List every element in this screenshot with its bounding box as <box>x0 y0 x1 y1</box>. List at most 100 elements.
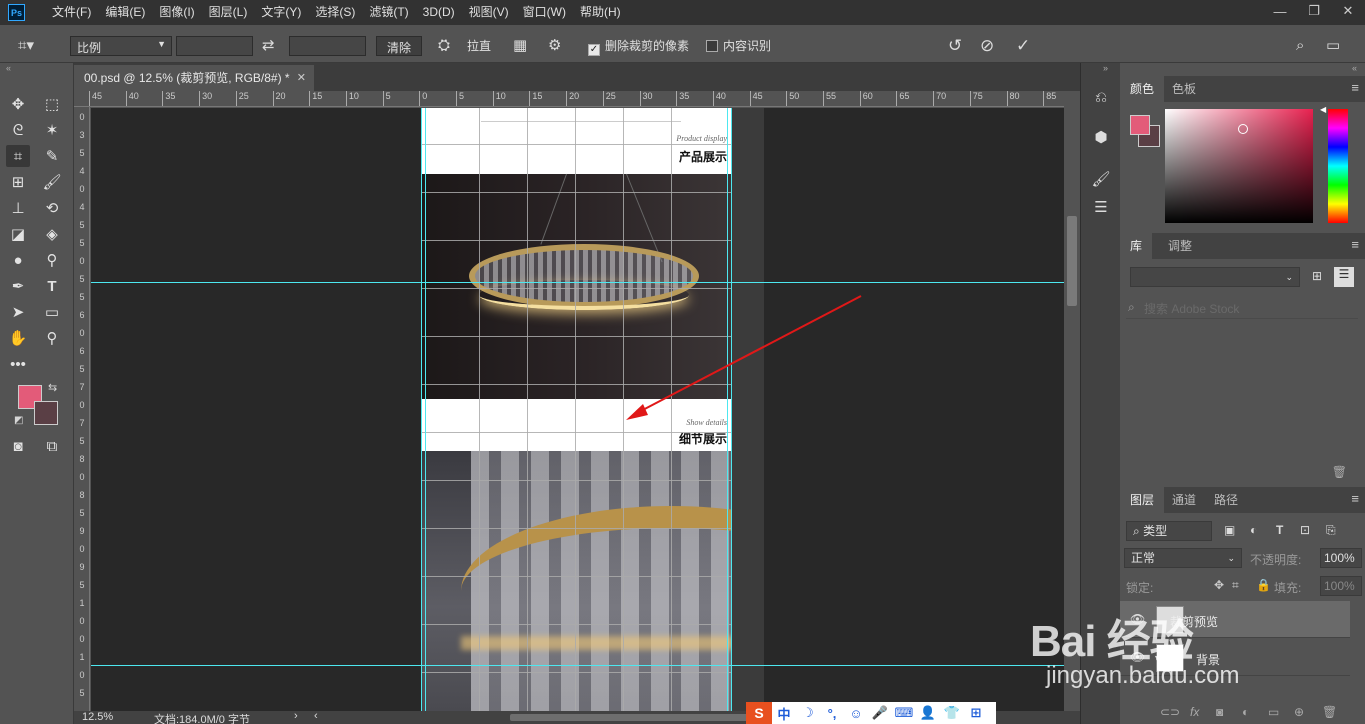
delete-layer-icon[interactable]: 🗑 <box>1322 705 1337 719</box>
history-panel-icon[interactable]: ⎌ <box>1089 85 1113 109</box>
tab-adjustments[interactable]: 调整 <box>1158 233 1202 259</box>
menu-filter[interactable]: 滤镜(T) <box>362 0 415 25</box>
zoom-tool-icon[interactable]: ⚲ <box>40 327 64 349</box>
3d-panel-icon[interactable]: ⬢ <box>1089 125 1113 149</box>
pen-tool-icon[interactable]: ✒ <box>6 275 30 297</box>
tab-channels[interactable]: 通道 <box>1162 487 1206 513</box>
ime-chinese-mode[interactable]: 中 <box>772 704 796 723</box>
eraser-tool-icon[interactable]: ◪ <box>6 223 30 245</box>
panel-menu-icon[interactable]: ≡ <box>1351 491 1359 506</box>
close-button[interactable]: ✕ <box>1331 0 1365 22</box>
ime-keyboard-icon[interactable]: ⌨ <box>892 705 916 721</box>
trash-icon[interactable]: 🗑 <box>1332 465 1347 479</box>
move-tool-icon[interactable]: ✥ <box>6 93 30 115</box>
panel-menu-icon[interactable]: ≡ <box>1351 237 1359 252</box>
brush-tool-icon[interactable]: 🖌 <box>40 171 64 193</box>
horizontal-ruler[interactable]: 45 40 35 30 25 20 15 10 5 0 5 10 15 20 25 30 35 40 45 50 55 6… <box>74 91 1064 107</box>
delete-cropped-checkbox[interactable]: ✓ 删除裁剪的像素 <box>588 36 689 56</box>
commit-check-icon[interactable]: ✓ <box>1016 36 1030 56</box>
restore-button[interactable]: ❐ <box>1297 0 1331 22</box>
reset-icon[interactable]: ↺ <box>948 36 962 56</box>
zoom-level[interactable]: 12.5% <box>82 711 113 723</box>
hand-tool-icon[interactable]: ✋ <box>6 327 30 349</box>
clear-button[interactable]: 清除 <box>376 36 423 56</box>
panel-foreground-swatch[interactable] <box>1130 115 1150 135</box>
swap-icon[interactable]: ⇄ <box>262 36 275 56</box>
screen-mode-icon[interactable]: ⧉ <box>40 435 64 457</box>
swap-colors-icon[interactable]: ⇆ <box>48 381 57 394</box>
tab-color[interactable]: 颜色 <box>1120 76 1165 102</box>
tab-layers[interactable]: 图层 <box>1120 487 1165 513</box>
workspace-icon[interactable]: ▭ <box>1326 36 1340 56</box>
ratio-select[interactable]: 比例 ▼ <box>70 36 172 56</box>
quick-mask-icon[interactable]: ◙ <box>6 435 30 457</box>
chevron-left-icon[interactable]: ‹ <box>314 710 318 722</box>
dodge-tool-icon[interactable]: ⚲ <box>40 249 64 271</box>
lasso-tool-icon[interactable]: ᘓ <box>6 119 30 141</box>
menu-3d[interactable]: 3D(D) <box>416 0 462 25</box>
adjustment-layer-icon[interactable]: ◐ <box>1242 705 1249 719</box>
marquee-tool-icon[interactable]: ⬚ <box>40 93 64 115</box>
straighten-label[interactable]: 拉直 <box>467 36 491 56</box>
crop-tool-icon[interactable]: ⌗ <box>6 145 30 167</box>
stamp-tool-icon[interactable]: ⊥ <box>6 197 30 219</box>
height-input[interactable] <box>289 36 366 56</box>
new-layer-icon[interactable]: ⊕ <box>1294 705 1304 719</box>
width-input[interactable] <box>176 36 253 56</box>
horizontal-scrollbar-thumb[interactable] <box>510 714 750 721</box>
layer-style-icon[interactable]: fx <box>1190 705 1199 719</box>
link-layers-icon[interactable]: ⊂⊃ <box>1160 705 1180 719</box>
ime-toolbox-icon[interactable]: ⊞ <box>964 705 988 721</box>
hue-slider[interactable] <box>1328 109 1348 223</box>
ime-mic-icon[interactable]: 🎤 <box>868 705 892 721</box>
ime-emoji-icon[interactable]: ☺ <box>844 706 868 721</box>
vertical-ruler[interactable]: 0 3 5 4 0 4 5 5 0 5 5 6 0 6 5 7 0 7 5 8 0 8 5 9 0 9 5 1 0 0 1 0 5 <box>74 107 90 711</box>
more-tools-icon[interactable]: ••• <box>6 353 30 375</box>
brushes-panel-icon[interactable]: 🖌 <box>1089 167 1113 191</box>
chevron-right-icon[interactable]: › <box>294 710 298 722</box>
cancel-icon[interactable]: ⊘ <box>980 36 994 56</box>
opacity-input[interactable]: 100% <box>1320 548 1362 568</box>
tab-swatches[interactable]: 色板 <box>1162 76 1206 102</box>
list-view-icon[interactable]: ☰ <box>1334 267 1354 287</box>
rectangle-tool-icon[interactable]: ▭ <box>40 301 64 323</box>
layer-filter-select[interactable]: ⌕ 类型 <box>1126 521 1212 541</box>
blur-tool-icon[interactable]: ● <box>6 249 30 271</box>
group-folder-icon[interactable]: ▭ <box>1268 705 1279 719</box>
library-select[interactable]: ⌄ <box>1130 267 1300 287</box>
blend-mode-select[interactable]: 正常 ⌄ <box>1124 548 1242 568</box>
search-icon[interactable]: ⌕ <box>1296 36 1304 56</box>
menu-select[interactable]: 选择(S) <box>308 0 362 25</box>
gear-icon[interactable]: ⚙ <box>548 36 561 56</box>
menu-type[interactable]: 文字(Y) <box>254 0 308 25</box>
ime-user-icon[interactable]: 👤 <box>916 705 940 721</box>
filter-adjustment-icon[interactable]: ◐ <box>1250 523 1257 537</box>
color-picker-cursor[interactable] <box>1238 124 1248 134</box>
panel-menu-icon[interactable]: ≡ <box>1351 80 1359 95</box>
canvas[interactable]: Product display 产品展示 Show details 细节展示 <box>91 108 1064 711</box>
straighten-icon[interactable]: ⛭ <box>438 36 450 56</box>
history-brush-tool-icon[interactable]: ⟲ <box>40 197 64 219</box>
ime-moon-icon[interactable]: ☽ <box>796 705 820 721</box>
menu-help[interactable]: 帮助(H) <box>573 0 628 25</box>
grid-view-icon[interactable]: ⊞ <box>1312 269 1322 283</box>
type-tool-icon[interactable]: T <box>40 275 64 297</box>
document-tab[interactable]: 00.psd @ 12.5% (裁剪预览, RGB/8#) * ✕ <box>74 65 314 91</box>
default-colors-icon[interactable]: ◩ <box>14 415 23 426</box>
collapse-panels-icon[interactable]: « <box>1352 63 1357 73</box>
menu-window[interactable]: 窗口(W) <box>516 0 573 25</box>
collapse-dock-icon[interactable]: » <box>1103 63 1108 73</box>
menu-image[interactable]: 图像(I) <box>152 0 201 25</box>
filter-smart-object-icon[interactable]: ⎘ <box>1326 523 1336 538</box>
hue-slider-handle-icon[interactable]: ◀ <box>1320 105 1326 114</box>
color-spectrum[interactable] <box>1165 109 1313 223</box>
scrollbar-thumb[interactable] <box>1067 216 1077 306</box>
ime-punctuation-icon[interactable]: °, <box>820 706 844 721</box>
menu-edit[interactable]: 编辑(E) <box>98 0 152 25</box>
collapse-toolbox-icon[interactable]: « <box>6 63 11 73</box>
filter-type-icon[interactable]: T <box>1276 523 1283 537</box>
tab-libraries[interactable]: 库 <box>1120 233 1153 259</box>
eyedropper-tool-icon[interactable]: ✎ <box>40 145 64 167</box>
menu-file[interactable]: 文件(F) <box>45 0 98 25</box>
crop-tool-preset-icon[interactable]: ⌗▾ <box>18 36 34 56</box>
